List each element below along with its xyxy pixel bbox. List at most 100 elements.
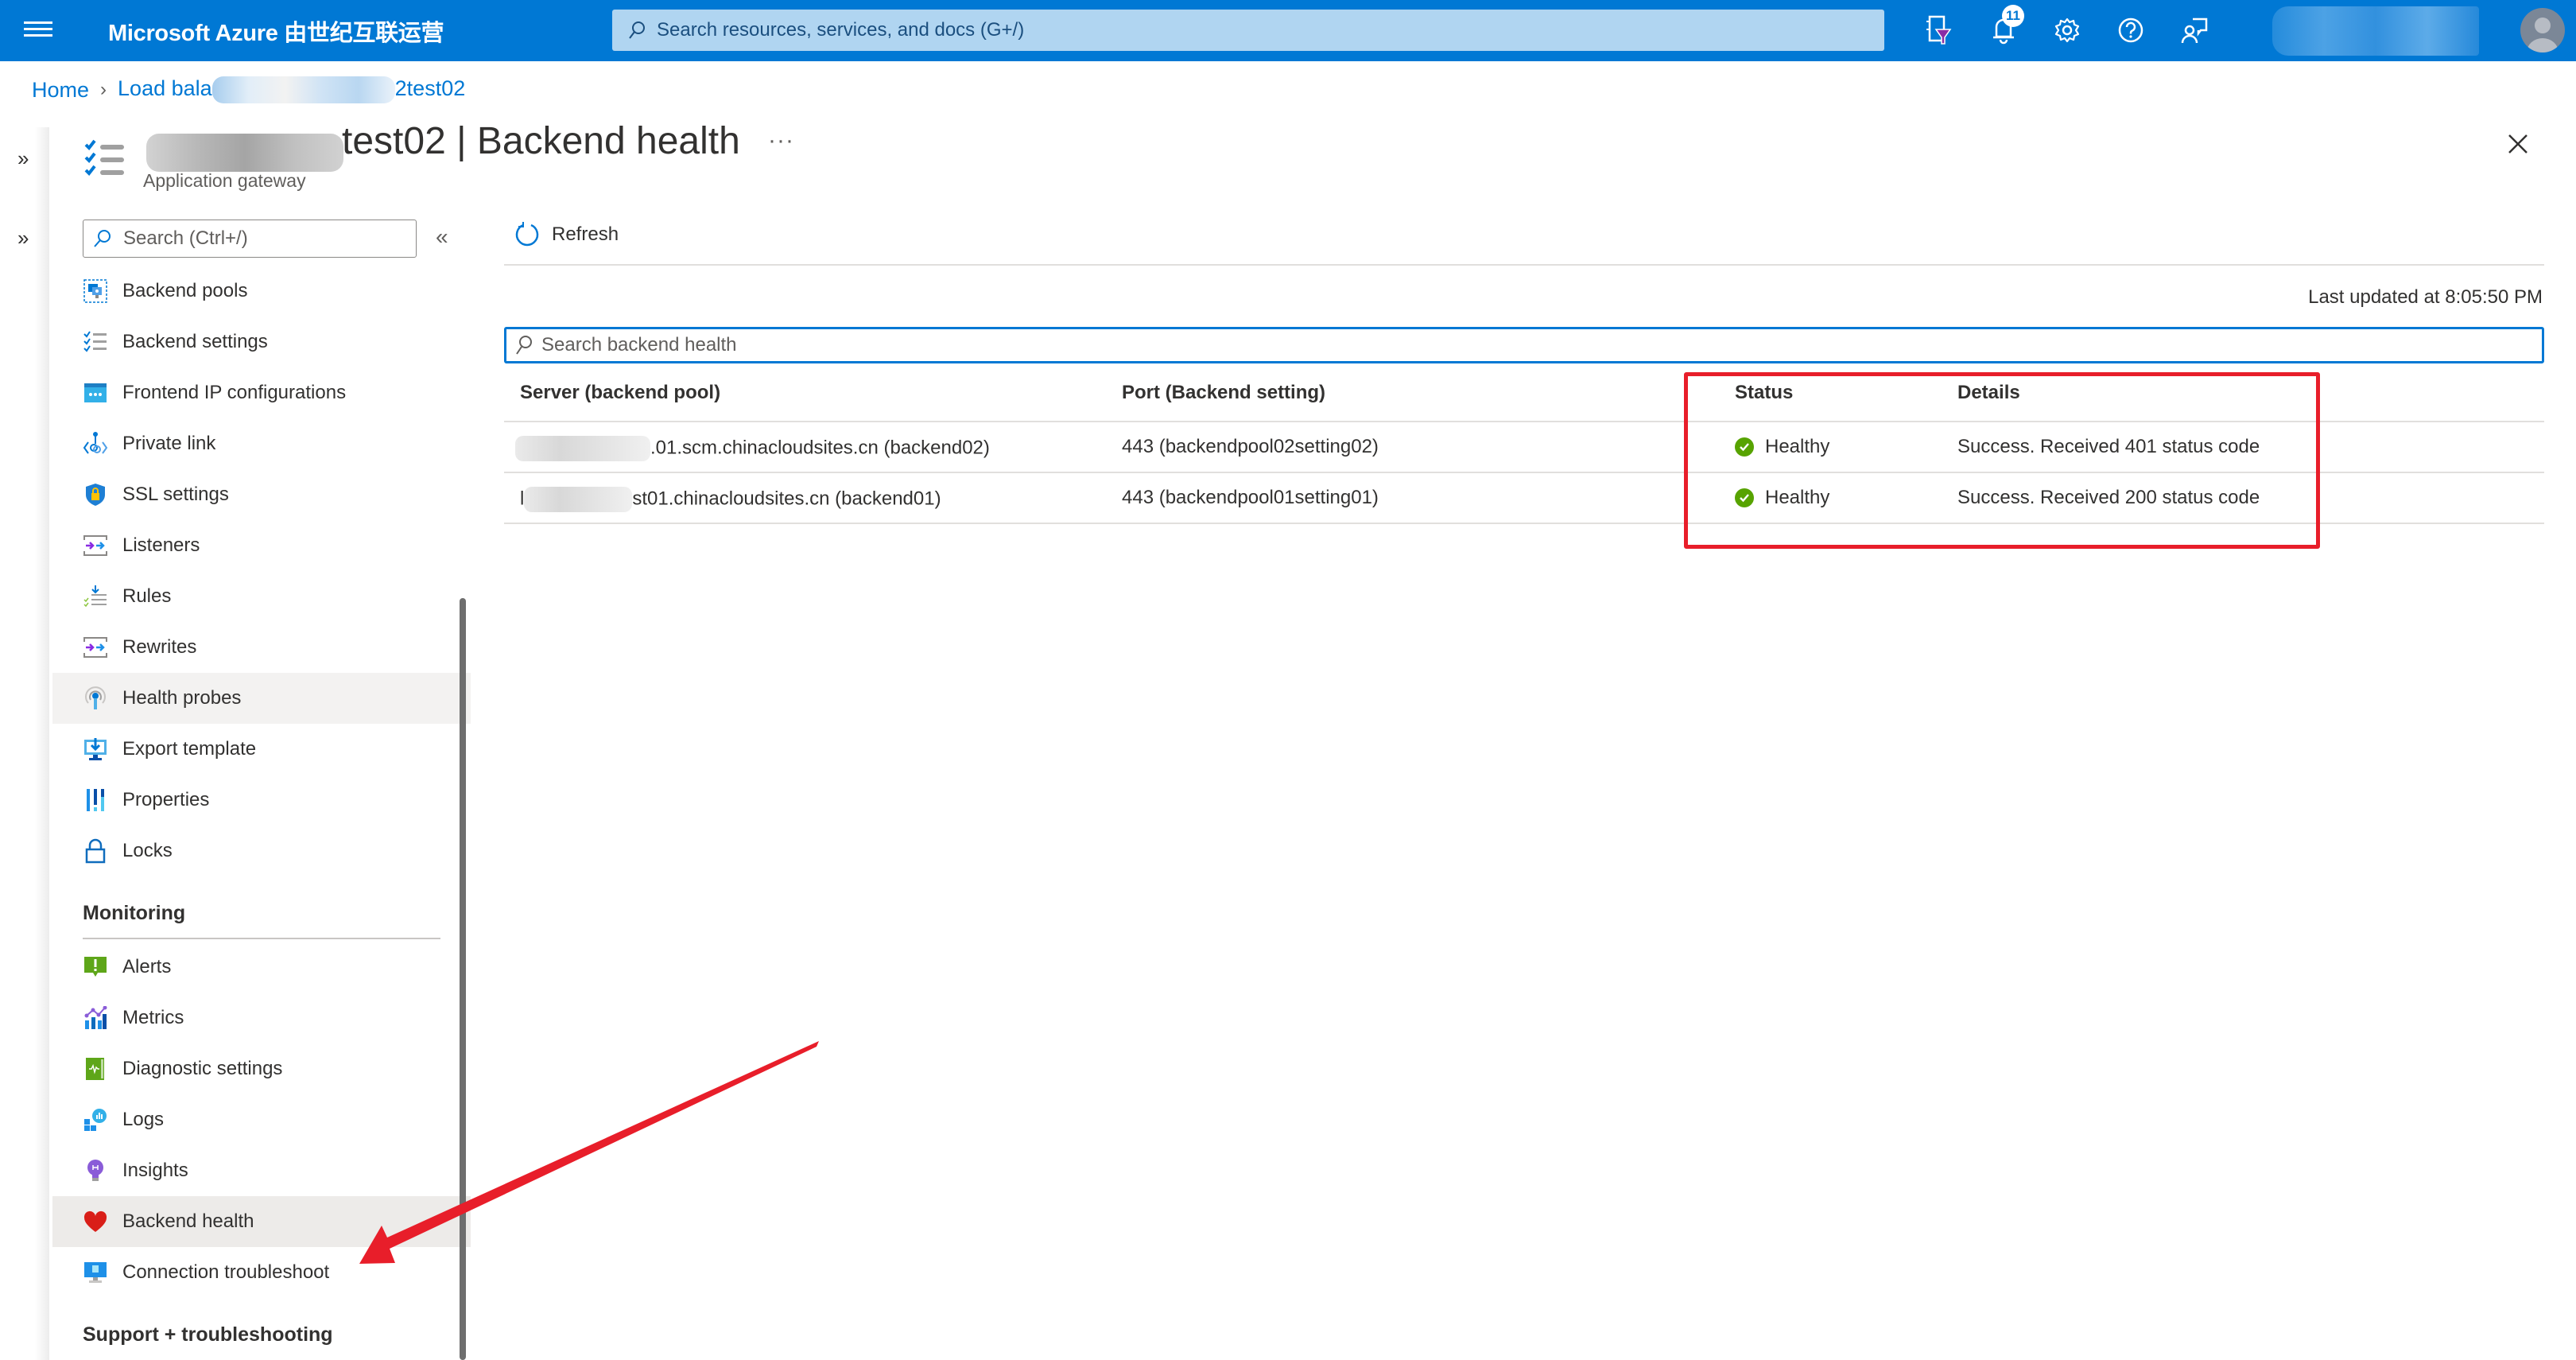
redacted-text (211, 76, 395, 103)
expand-chevron-icon[interactable]: » (17, 146, 29, 171)
insights-bulb-icon (83, 1158, 108, 1183)
expand-chevron-icon[interactable]: » (17, 226, 29, 251)
sidebar-item-label: Backend settings (122, 331, 268, 352)
sidebar-item-frontend-ip-configurations[interactable]: Frontend IP configurations (52, 367, 471, 418)
sidebar-item-label: Backend health (122, 1210, 254, 1232)
sidebar-item-rewrites[interactable]: Rewrites (52, 622, 471, 673)
properties-icon (83, 787, 108, 813)
sidebar-item-rules[interactable]: Rules (52, 571, 471, 622)
sidebar-search-input[interactable]: Search (Ctrl+/) (83, 220, 417, 258)
sidebar-item-label: SSL settings (122, 484, 229, 505)
sidebar-item-export-template[interactable]: Export template (52, 724, 471, 775)
sidebar-item-label: Rules (122, 585, 172, 607)
column-header-details[interactable]: Details (1957, 382, 2020, 404)
healthy-check-icon (1735, 437, 1754, 457)
status-text: Healthy (1765, 436, 1830, 457)
toolbar-divider (504, 264, 2544, 266)
details-cell: Success. Received 401 status code (1957, 436, 2260, 457)
sidebar-item-label: Export template (122, 738, 257, 760)
settings-button[interactable] (2050, 13, 2085, 48)
sidebar-item-ssl-settings[interactable]: SSL settings (52, 469, 471, 520)
rules-icon (83, 584, 108, 609)
breadcrumb-parent-prefix: Load bala (118, 76, 212, 101)
feedback-button[interactable] (2177, 13, 2212, 48)
sidebar-item-connection-troubleshoot[interactable]: Connection troubleshoot (52, 1247, 471, 1298)
sidebar-item-label: Frontend IP configurations (122, 382, 347, 403)
portal-menu-button[interactable] (24, 17, 52, 43)
column-header-status[interactable]: Status (1735, 382, 1793, 404)
search-icon (94, 230, 111, 247)
status-cell: Healthy (1735, 487, 1829, 509)
status-cell: Healthy (1735, 436, 1829, 458)
more-options-button[interactable]: ··· (768, 127, 794, 154)
sidebar-item-backend-pools[interactable]: Backend pools (52, 266, 471, 317)
collapse-sidebar-button[interactable]: « (436, 224, 448, 250)
sidebar-item-label: Diagnostic settings (122, 1058, 283, 1079)
refresh-icon (515, 222, 539, 247)
sidebar-item-logs[interactable]: Logs (52, 1094, 471, 1145)
sidebar-item-insights[interactable]: Insights (52, 1145, 471, 1196)
sidebar-item-properties[interactable]: Properties (52, 775, 471, 826)
global-search-input[interactable]: Search resources, services, and docs (G+… (612, 10, 1884, 51)
table-header-divider (504, 421, 2544, 422)
sidebar-item-label: Alerts (122, 956, 172, 977)
breadcrumb-load-balancing[interactable]: Load bala 2test02 (118, 76, 465, 103)
alerts-icon (83, 954, 108, 980)
help-button[interactable] (2113, 13, 2148, 48)
avatar[interactable] (2520, 8, 2565, 52)
portal-brand[interactable]: Microsoft Azure 由世纪互联运营 (108, 14, 444, 48)
healthy-check-icon (1735, 488, 1754, 507)
column-header-port[interactable]: Port (Backend setting) (1122, 382, 1325, 404)
help-icon (2118, 17, 2143, 43)
user-avatar-icon (2527, 17, 2559, 52)
gear-icon (2054, 17, 2080, 43)
search-icon (516, 336, 532, 355)
sidebar-item-listeners[interactable]: Listeners (52, 520, 471, 571)
sidebar-scrollbar[interactable] (460, 598, 466, 1360)
breadcrumb-home[interactable]: Home (32, 78, 89, 103)
backend-settings-icon (83, 329, 108, 355)
sidebar-item-label: Logs (122, 1109, 165, 1130)
sidebar-item-label: Connection troubleshoot (122, 1261, 330, 1283)
lock-icon (83, 838, 108, 864)
ssl-shield-icon (83, 482, 108, 507)
sidebar-item-label: Health probes (122, 687, 242, 709)
port-cell: 443 (backendpool02setting02) (1122, 436, 1379, 457)
account-info-redacted[interactable] (2272, 6, 2479, 56)
close-icon[interactable] (2504, 130, 2531, 157)
left-collapse-strip: » » (0, 127, 49, 1360)
refresh-button[interactable]: Refresh (514, 221, 619, 248)
refresh-label: Refresh (552, 223, 619, 245)
port-cell: 443 (backendpool01setting01) (1122, 487, 1379, 508)
sidebar-item-health-probes[interactable]: Health probes (52, 673, 471, 724)
row-divider (504, 523, 2544, 524)
sidebar-item-private-link[interactable]: Private link (52, 418, 471, 469)
listeners-icon (83, 533, 108, 558)
search-icon (629, 21, 645, 39)
backend-health-search-input[interactable]: Search backend health (504, 327, 2544, 363)
private-link-icon (83, 431, 108, 457)
monitoring-section-heading: Monitoring (83, 902, 186, 924)
page-title-text: test02 | Backend health (342, 120, 740, 162)
sidebar-item-label: Locks (122, 840, 173, 861)
sidebar-item-locks[interactable]: Locks (52, 826, 471, 876)
last-updated-timestamp: Last updated at 8:05:50 PM (2308, 286, 2543, 308)
export-template-icon (83, 736, 108, 762)
sidebar-item-alerts[interactable]: Alerts (52, 942, 471, 993)
column-header-server[interactable]: Server (backend pool) (520, 382, 720, 404)
sidebar-item-label: Insights (122, 1160, 188, 1181)
details-cell: Success. Received 200 status code (1957, 487, 2260, 508)
redacted-text (146, 134, 343, 172)
sidebar-item-backend-settings[interactable]: Backend settings (52, 317, 471, 367)
backend-settings-icon (84, 139, 124, 177)
sidebar-item-backend-health[interactable]: Backend health (52, 1196, 471, 1247)
sidebar-item-metrics[interactable]: Metrics (52, 993, 471, 1043)
row-divider (504, 472, 2544, 473)
notification-count-badge: 11 (2002, 5, 2024, 27)
metrics-icon (83, 1005, 108, 1031)
server-cell: .01.scm.chinacloudsites.cn (backend02) (515, 436, 990, 461)
health-probes-icon (83, 686, 108, 711)
directory-filter-button[interactable] (1921, 13, 1956, 48)
sidebar-item-diagnostic-settings[interactable]: Diagnostic settings (52, 1043, 471, 1094)
backend-health-search-placeholder: Search backend health (541, 334, 737, 356)
